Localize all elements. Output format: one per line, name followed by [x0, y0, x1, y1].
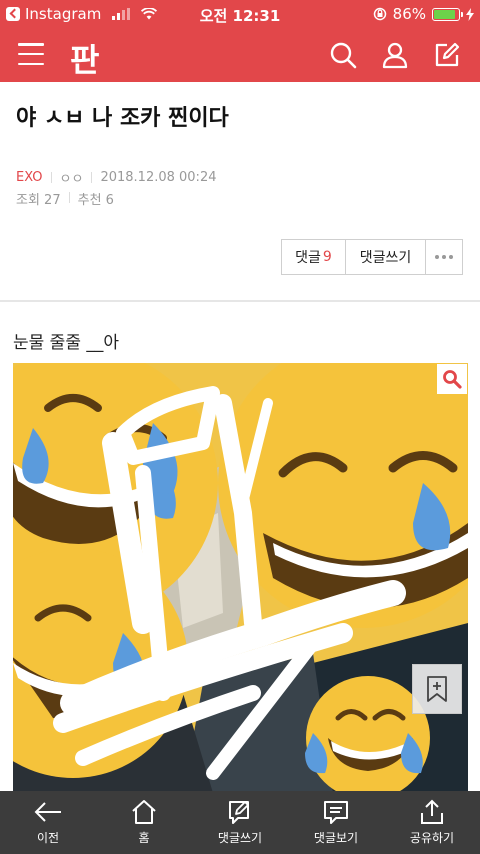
bottom-nav: 이전 홈 댓글쓰기 댓글보기 공유하기 — [0, 791, 480, 854]
meta-separator — [68, 192, 70, 203]
app-header: 판 — [0, 28, 480, 82]
nav-home[interactable]: 홈 — [96, 791, 192, 854]
post-recommends: 추천 6 — [77, 193, 114, 208]
nav-write-comment-label: 댓글쓰기 — [217, 831, 263, 845]
bookmark-plus-icon — [427, 676, 447, 702]
post-title: 야 ㅅㅂ 나 조카 찐이다 — [16, 106, 229, 131]
zoom-button[interactable] — [437, 364, 467, 394]
comments-label: 댓글 — [295, 250, 321, 266]
post-meta: EXO ㅇㅇ 2018.12.08 00:24 — [16, 168, 216, 187]
nav-view-comments-label: 댓글보기 — [313, 831, 359, 845]
search-icon[interactable] — [329, 41, 357, 69]
battery-percent: 86% — [392, 5, 426, 23]
nav-back-label: 이전 — [36, 831, 60, 845]
app-logo[interactable]: 판 — [70, 35, 99, 81]
status-bar: Instagram 오전 12:31 86% — [0, 0, 480, 28]
write-comment-button[interactable]: 댓글쓰기 — [346, 240, 426, 274]
post-views: 조회 27 — [16, 193, 61, 208]
nav-home-label: 홈 — [138, 831, 150, 845]
charging-icon — [466, 7, 474, 21]
meta-separator — [91, 172, 93, 183]
rotation-lock-icon — [373, 7, 386, 21]
edit-icon[interactable] — [433, 41, 461, 69]
post-image[interactable] — [13, 363, 468, 793]
post-category[interactable]: EXO — [16, 170, 43, 185]
nav-share-label: 공유하기 — [409, 831, 455, 845]
view-comments-icon — [324, 801, 348, 824]
menu-icon[interactable] — [18, 43, 44, 65]
post-body: 눈물 줄줄 __아 — [13, 333, 120, 353]
nav-share[interactable]: 공유하기 — [384, 791, 480, 854]
post-actions: 댓글 9 댓글쓰기 — [281, 239, 463, 275]
arrow-left-icon — [34, 802, 61, 822]
battery-icon — [432, 7, 463, 21]
meta-separator — [50, 172, 52, 183]
nav-write-comment[interactable]: 댓글쓰기 — [192, 791, 288, 854]
post-datetime: 2018.12.08 00:24 — [100, 170, 217, 185]
nav-back[interactable]: 이전 — [0, 791, 96, 854]
home-icon — [132, 800, 156, 824]
magnifier-icon — [443, 370, 462, 389]
write-comment-icon — [229, 801, 249, 824]
user-icon[interactable] — [381, 41, 409, 69]
divider — [0, 300, 480, 302]
bookmark-add-button[interactable] — [412, 664, 462, 714]
nav-view-comments[interactable]: 댓글보기 — [288, 791, 384, 854]
comments-button[interactable]: 댓글 9 — [282, 240, 346, 274]
more-icon[interactable] — [426, 240, 462, 274]
share-icon — [421, 799, 443, 824]
comments-count: 9 — [322, 249, 332, 265]
post-image-illustration — [13, 363, 468, 793]
post-author: ㅇㅇ — [59, 172, 84, 187]
post-stats: 조회 27 추천 6 — [16, 189, 114, 208]
